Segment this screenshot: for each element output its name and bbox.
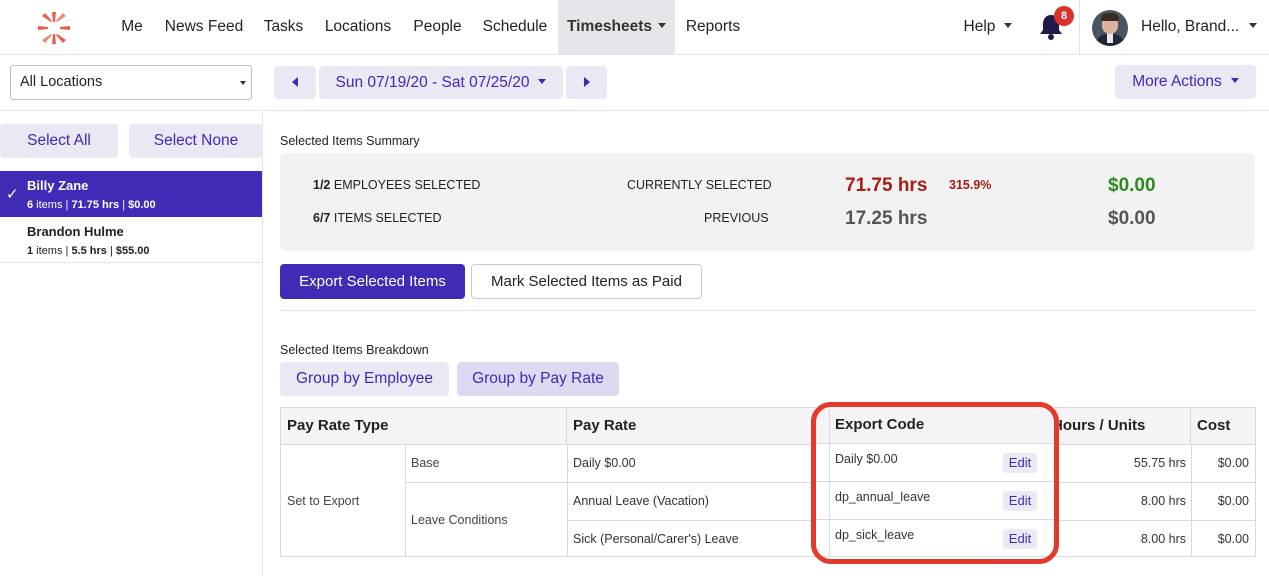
summary-title: Selected Items Summary — [280, 134, 420, 148]
column-header: Cost — [1191, 408, 1255, 444]
column-header: Hours / Units — [1046, 408, 1191, 444]
column-header: Pay Rate — [567, 408, 830, 444]
group-label: Set to Export — [287, 494, 360, 508]
location-select-value: All Locations — [20, 74, 103, 90]
employee-item-billy-zane[interactable]: ✓ Billy Zane 6 items | 71.75 hrs | $0.00 — [0, 171, 262, 217]
more-actions-label: More Actions — [1132, 73, 1222, 90]
caret-right-icon — [583, 77, 590, 87]
summary-card: 1/2 EMPLOYEES SELECTED 6/7 ITEMS SELECTE… — [280, 153, 1255, 251]
export-code-highlight-border — [811, 402, 1059, 564]
employees-selected: 1/2 EMPLOYEES SELECTED — [313, 178, 481, 192]
help-menu[interactable]: Help — [953, 0, 1023, 54]
previous-cost: $0.00 — [1108, 208, 1156, 229]
nav-reports[interactable]: Reports — [677, 0, 749, 54]
current-label: CURRENTLY SELECTED — [627, 178, 772, 192]
hours-cell: 55.75 hrs — [1133, 456, 1186, 470]
previous-week-button[interactable] — [274, 66, 316, 99]
hours-cell: 8.00 hrs — [1140, 494, 1186, 508]
user-menu[interactable]: Hello, Brand... — [1141, 0, 1266, 54]
next-week-button[interactable] — [566, 66, 607, 99]
caret-left-icon — [292, 77, 298, 87]
select-caret-icon — [240, 81, 246, 85]
previous-label: PREVIOUS — [704, 211, 769, 225]
group-by-pay-rate-button[interactable]: Group by Pay Rate — [457, 362, 619, 396]
current-percent: 315.9% — [949, 178, 992, 192]
location-select[interactable]: All Locations — [10, 65, 252, 100]
select-none-button[interactable]: Select None — [129, 124, 263, 158]
previous-hours: 17.25 hrs — [845, 208, 928, 229]
checkmark-icon: ✓ — [6, 186, 19, 203]
app-logo-icon[interactable] — [36, 10, 72, 46]
nav-divider — [1079, 0, 1080, 54]
employee-meta: 6 items | 71.75 hrs | $0.00 — [27, 199, 156, 211]
group-by-employee-button[interactable]: Group by Employee — [280, 362, 449, 396]
pay-rate-cell: Sick (Personal/Carer's) Leave — [573, 532, 739, 546]
pay-rate-cell: Annual Leave (Vacation) — [573, 494, 709, 508]
avatar[interactable] — [1092, 10, 1128, 46]
nav-me[interactable]: Me — [111, 0, 153, 54]
top-navigation: Me News Feed Tasks Locations People Sche… — [0, 0, 1269, 55]
export-selected-button[interactable]: Export Selected Items — [280, 264, 465, 299]
employee-list-panel: Select All Select None ✓ Billy Zane 6 it… — [0, 111, 263, 576]
employee-meta: 1 items | 5.5 hrs | $55.00 — [27, 245, 150, 257]
cost-cell: $0.00 — [1217, 456, 1249, 470]
current-cost: $0.00 — [1108, 175, 1156, 196]
nav-schedule[interactable]: Schedule — [473, 0, 557, 54]
more-actions-button[interactable]: More Actions — [1115, 65, 1256, 99]
date-range-picker[interactable]: Sun 07/19/20 - Sat 07/25/20 — [319, 66, 563, 99]
employee-name: Billy Zane — [27, 178, 89, 193]
section-divider — [280, 310, 1256, 311]
current-hours: 71.75 hrs — [845, 175, 928, 196]
column-header: Pay Rate Type — [281, 408, 567, 444]
help-label: Help — [963, 18, 996, 35]
chevron-down-icon — [658, 23, 666, 29]
nav-tasks[interactable]: Tasks — [255, 0, 312, 54]
nav-locations[interactable]: Locations — [314, 0, 402, 54]
cost-cell: $0.00 — [1217, 532, 1249, 546]
nav-timesheets[interactable]: Timesheets — [558, 0, 675, 54]
date-range-label: Sun 07/19/20 - Sat 07/25/20 — [335, 74, 530, 91]
nav-people[interactable]: People — [404, 0, 471, 54]
subgroup-label: Leave Conditions — [411, 513, 508, 527]
breakdown-title: Selected Items Breakdown — [280, 343, 429, 357]
subgroup-label: Base — [411, 456, 440, 470]
select-all-button[interactable]: Select All — [0, 124, 118, 158]
cost-cell: $0.00 — [1217, 494, 1249, 508]
items-selected: 6/7 ITEMS SELECTED — [313, 211, 442, 225]
user-greeting: Hello, Brand... — [1141, 18, 1240, 35]
chevron-down-icon — [1230, 78, 1239, 84]
chevron-down-icon — [1004, 23, 1013, 29]
employee-name: Brandon Hulme — [27, 224, 124, 239]
chevron-down-icon — [1249, 23, 1258, 29]
notification-badge: 8 — [1054, 6, 1074, 26]
hours-cell: 8.00 hrs — [1140, 532, 1186, 546]
chevron-down-icon — [538, 79, 547, 85]
breakdown-table: Pay Rate Type Pay Rate Export Code Hours… — [280, 407, 1256, 557]
mark-paid-button[interactable]: Mark Selected Items as Paid — [471, 264, 702, 299]
nav-news-feed[interactable]: News Feed — [156, 0, 252, 54]
pay-rate-cell: Daily $0.00 — [573, 456, 636, 470]
nav-timesheets-label: Timesheets — [566, 18, 652, 35]
employee-item-brandon-hulme[interactable]: Brandon Hulme 1 items | 5.5 hrs | $55.00 — [0, 217, 262, 263]
